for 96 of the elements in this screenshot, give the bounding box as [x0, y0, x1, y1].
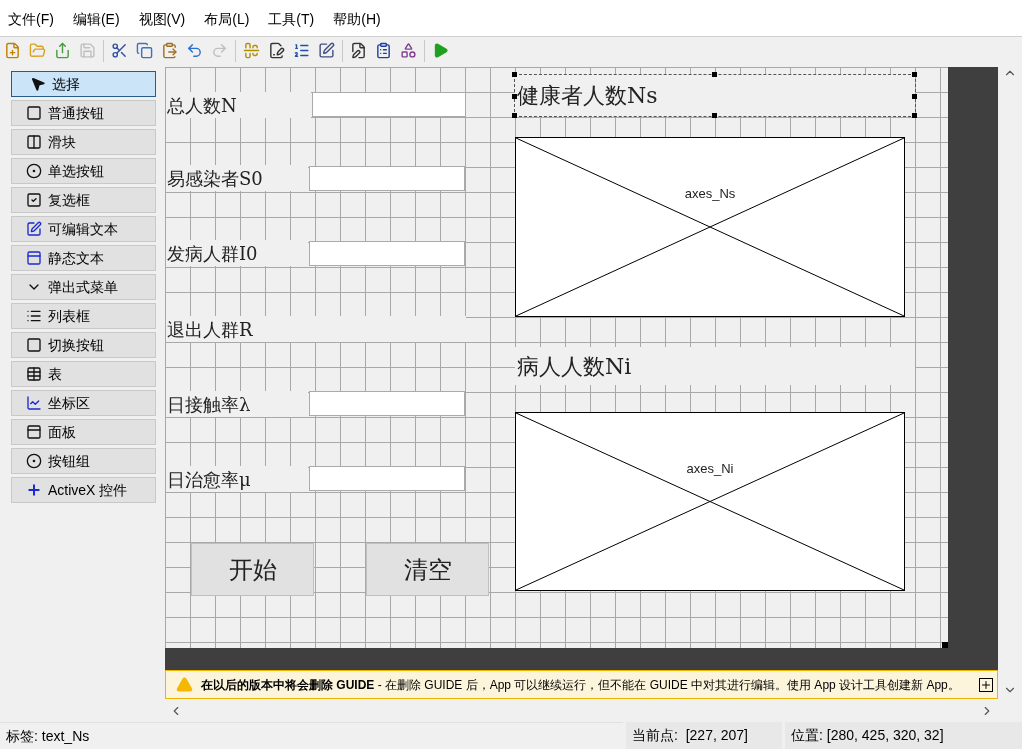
- static-text: 退出人群R: [166, 316, 466, 342]
- axes-placeholder[interactable]: axes_Ni: [515, 412, 905, 591]
- checkbox-icon: [26, 192, 42, 208]
- palette-item[interactable]: ActiveX 控件: [11, 477, 156, 503]
- menu-item[interactable]: 帮助(H): [333, 8, 381, 30]
- inspector-icon: [375, 42, 392, 59]
- listbox-icon: [26, 308, 42, 324]
- edit-field[interactable]: [312, 92, 466, 117]
- plus-icon: [980, 678, 992, 691]
- align-button[interactable]: [242, 40, 261, 61]
- undo-icon: [186, 42, 203, 59]
- selection-handle[interactable]: [712, 72, 717, 77]
- static-text: 总人数N: [166, 92, 311, 118]
- push-button[interactable]: 清空: [366, 543, 489, 596]
- palette-item[interactable]: 普通按钮: [11, 100, 156, 126]
- selection-handle[interactable]: [912, 113, 917, 118]
- cut-button[interactable]: [110, 40, 129, 61]
- edit-text-icon: [26, 221, 42, 237]
- menu-item[interactable]: 布局(L): [204, 8, 250, 30]
- align-icon: [243, 42, 260, 59]
- resize-handle[interactable]: [942, 642, 948, 648]
- warning-message: 在以后的版本中将会删除 GUIDE - 在删除 GUIDE 后，App 可以继续运行，但不能在 GUIDE 中对其进行编辑。使用 App 设计工具创建新 App。: [201, 676, 961, 694]
- cut-icon: [111, 42, 128, 59]
- palette-item[interactable]: 按钮组: [11, 448, 156, 474]
- paste-icon: [161, 42, 178, 59]
- static-text: 发病人群I0: [166, 240, 308, 266]
- copy-button[interactable]: [135, 40, 154, 61]
- selection-handle[interactable]: [912, 94, 917, 99]
- static-text-icon: [26, 250, 42, 266]
- static-text: 日接触率λ: [166, 391, 308, 417]
- edit-field[interactable]: [309, 166, 465, 191]
- object-browser-button[interactable]: [399, 40, 418, 61]
- new-file-button[interactable]: [3, 40, 22, 61]
- palette-item[interactable]: 表: [11, 361, 156, 387]
- push-button[interactable]: 开始: [191, 543, 314, 596]
- edit-field[interactable]: [309, 466, 465, 491]
- palette-item[interactable]: 静态文本: [11, 245, 156, 271]
- static-text: 日治愈率μ: [166, 466, 308, 492]
- editor-icon: [350, 42, 367, 59]
- pointer-icon: [30, 76, 46, 92]
- selection-handle[interactable]: [512, 94, 517, 99]
- open-folder-icon: [29, 42, 46, 59]
- export-icon: [54, 42, 71, 59]
- palette-item[interactable]: 可编辑文本: [11, 216, 156, 242]
- axes-icon: [26, 395, 42, 411]
- axes-placeholder[interactable]: axes_Ns: [515, 137, 905, 317]
- selection-handle[interactable]: [912, 72, 917, 77]
- table-icon: [26, 366, 42, 382]
- new-file-icon: [4, 42, 21, 59]
- redo-icon: [211, 42, 228, 59]
- palette-item[interactable]: 单选按钮: [11, 158, 156, 184]
- toolbar-editor-icon: [318, 42, 335, 59]
- static-text: 健康者人数Ns: [515, 75, 915, 116]
- panel-icon: [26, 424, 42, 440]
- editor-button[interactable]: [349, 40, 368, 61]
- activex-icon: [26, 482, 42, 498]
- status-current-point: 当前点: [227, 207]: [626, 722, 782, 749]
- static-text: 易感染者S0: [166, 165, 308, 191]
- palette-item[interactable]: 切换按钮: [11, 332, 156, 358]
- selection-handle[interactable]: [712, 113, 717, 118]
- edit-field[interactable]: [309, 241, 465, 266]
- menu-item[interactable]: 文件(F): [8, 8, 54, 30]
- inspector-button[interactable]: [374, 40, 393, 61]
- radio-button-icon: [26, 163, 42, 179]
- palette-item[interactable]: 面板: [11, 419, 156, 445]
- selection-handle[interactable]: [512, 113, 517, 118]
- export-button[interactable]: [53, 40, 72, 61]
- push-button-icon: [26, 105, 42, 121]
- warning-icon: [176, 676, 193, 693]
- button-group-icon: [26, 453, 42, 469]
- expand-button[interactable]: [979, 677, 993, 692]
- palette-item[interactable]: 坐标区: [11, 390, 156, 416]
- palette-item[interactable]: 弹出式菜单: [11, 274, 156, 300]
- run-icon: [432, 42, 449, 59]
- selection-handle[interactable]: [512, 72, 517, 77]
- design-canvas[interactable]: 总人数N 易感染者S0 发病人群I0 退出人群R 日接触率λ 日治愈率μ 开始 清空 健康者人数Ns axes_Ns 病人人数Ni axes_Ni: [165, 67, 948, 648]
- save-icon: [79, 42, 96, 59]
- status-position: 位置: [280, 425, 320, 32]: [785, 722, 1022, 749]
- menu-item[interactable]: 视图(V): [138, 8, 186, 30]
- paste-button[interactable]: [160, 40, 179, 61]
- edit-field[interactable]: [309, 391, 465, 416]
- palette-item[interactable]: 滑块: [11, 129, 156, 155]
- menu-editor-icon: [268, 42, 285, 59]
- palette-item[interactable]: 列表框: [11, 303, 156, 329]
- palette-item[interactable]: 复选框: [11, 187, 156, 213]
- tab-order-icon: [293, 42, 310, 59]
- menu-editor-button[interactable]: [267, 40, 286, 61]
- menu-item[interactable]: 工具(T): [268, 8, 315, 30]
- static-text: 病人人数Ni: [515, 347, 915, 385]
- toggle-button-icon: [26, 337, 42, 353]
- menu-item[interactable]: 编辑(E): [72, 8, 120, 30]
- toolbar-editor-button[interactable]: [317, 40, 336, 61]
- object-browser-icon: [400, 42, 417, 59]
- palette-item[interactable]: 选择: [11, 71, 156, 97]
- copy-icon: [136, 42, 153, 59]
- slider-icon: [26, 134, 42, 150]
